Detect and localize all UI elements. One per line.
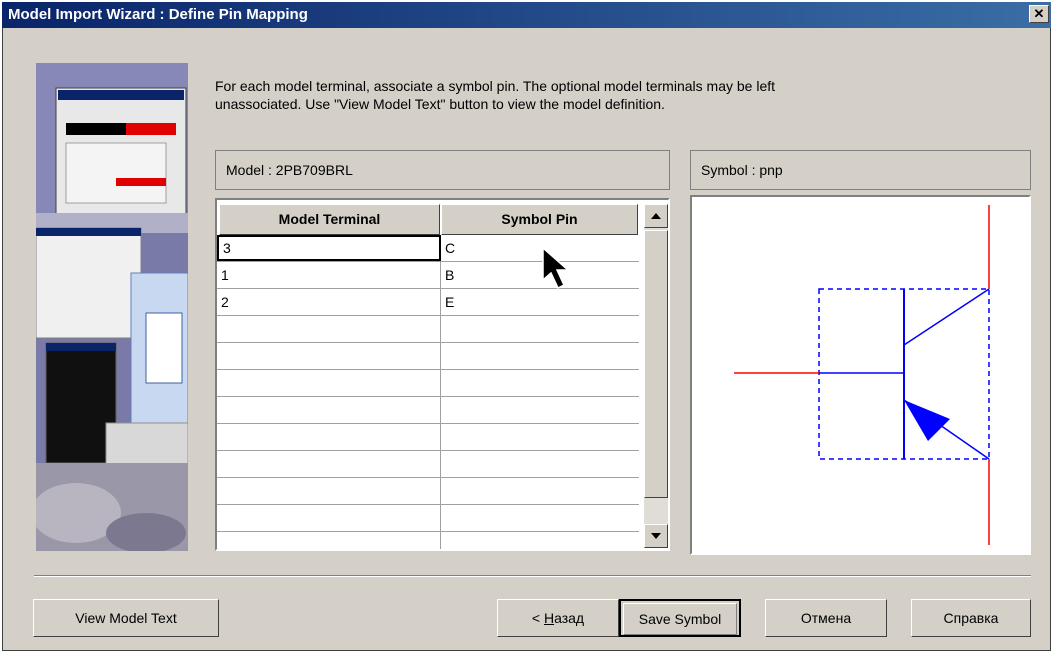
- close-button[interactable]: ✕: [1029, 5, 1049, 23]
- table-row[interactable]: [217, 478, 639, 505]
- button-label: Справка: [943, 610, 999, 626]
- column-header-symbol-pin[interactable]: Symbol Pin: [441, 204, 638, 235]
- symbol-pin-cell[interactable]: [441, 316, 639, 342]
- model-panel-header: Model : 2PB709BRL: [215, 150, 670, 190]
- model-terminal-cell[interactable]: 3: [217, 235, 441, 261]
- triangle-up-icon: [651, 213, 661, 219]
- title-bar: Model Import Wizard : Define Pin Mapping…: [2, 2, 1051, 28]
- model-terminal-cell[interactable]: [217, 451, 441, 477]
- model-terminal-cell[interactable]: [217, 316, 441, 342]
- table-row[interactable]: [217, 316, 639, 343]
- column-header-label: Symbol Pin: [501, 211, 578, 227]
- collector-lead: [903, 288, 990, 346]
- table-row[interactable]: [217, 532, 639, 549]
- table-row[interactable]: 2E: [217, 289, 639, 316]
- emitter-arrow: [904, 400, 950, 441]
- symbol-pin-cell[interactable]: [441, 451, 639, 477]
- save-symbol-button[interactable]: Save Symbol: [619, 599, 741, 637]
- table-row[interactable]: [217, 451, 639, 478]
- symbol-pin-cell[interactable]: E: [441, 289, 639, 315]
- model-terminal-cell[interactable]: [217, 397, 441, 423]
- model-terminal-cell[interactable]: [217, 478, 441, 504]
- table-row[interactable]: [217, 505, 639, 532]
- symbol-pin-cell[interactable]: C: [441, 235, 639, 261]
- table-row[interactable]: 1B: [217, 262, 639, 289]
- instructions-text: For each model terminal, associate a sym…: [215, 77, 1015, 113]
- column-header-label: Model Terminal: [278, 211, 381, 227]
- model-terminal-cell[interactable]: [217, 424, 441, 450]
- symbol-preview: [690, 195, 1031, 555]
- vertical-scrollbar[interactable]: [644, 204, 668, 548]
- instructions-line-2: unassociated. Use "View Model Text" butt…: [215, 96, 665, 112]
- model-terminal-cell[interactable]: [217, 343, 441, 369]
- instructions-line-1: For each model terminal, associate a sym…: [215, 78, 776, 94]
- window-title: Model Import Wizard : Define Pin Mapping: [8, 6, 308, 23]
- scroll-up-button[interactable]: [644, 204, 668, 228]
- table-row[interactable]: [217, 397, 639, 424]
- scroll-down-button[interactable]: [644, 524, 668, 548]
- mouse-pointer-icon: [542, 246, 570, 290]
- symbol-pin-cell[interactable]: [441, 478, 639, 504]
- symbol-pin-cell[interactable]: [441, 505, 639, 531]
- table-row[interactable]: [217, 370, 639, 397]
- button-label: Отмена: [800, 610, 852, 626]
- cancel-button[interactable]: Отмена: [765, 599, 887, 637]
- button-label: Save Symbol: [623, 603, 737, 635]
- pin-mapping-grid: Model Terminal Symbol Pin 3C1B2E: [215, 198, 670, 551]
- table-row[interactable]: [217, 343, 639, 370]
- separator-line: [34, 575, 1031, 577]
- symbol-pin-cell[interactable]: [441, 424, 639, 450]
- model-terminal-cell[interactable]: 2: [217, 289, 441, 315]
- button-label: View Model Text: [75, 610, 177, 626]
- close-icon: ✕: [1033, 6, 1045, 21]
- collage-illustration: [36, 63, 188, 551]
- model-terminal-cell[interactable]: [217, 505, 441, 531]
- column-header-model-terminal[interactable]: Model Terminal: [219, 204, 440, 235]
- symbol-pin-cell[interactable]: [441, 370, 639, 396]
- pnp-transistor-symbol: [734, 205, 990, 545]
- symbol-panel-header: Symbol : pnp: [690, 150, 1031, 190]
- help-button[interactable]: Справка: [911, 599, 1031, 637]
- table-row[interactable]: [217, 424, 639, 451]
- symbol-pin-cell[interactable]: [441, 397, 639, 423]
- scroll-thumb[interactable]: [644, 230, 668, 498]
- wizard-side-image: [36, 63, 188, 551]
- model-terminal-cell[interactable]: 1: [217, 262, 441, 288]
- symbol-pin-cell[interactable]: B: [441, 262, 639, 288]
- model-label: Model : 2PB709BRL: [226, 162, 353, 178]
- table-row[interactable]: 3C: [217, 235, 639, 262]
- button-label: < Назад: [531, 610, 585, 626]
- model-terminal-cell[interactable]: [217, 370, 441, 396]
- triangle-down-icon: [651, 533, 661, 539]
- model-terminal-cell[interactable]: [217, 532, 441, 549]
- symbol-label: Symbol : pnp: [701, 162, 783, 178]
- view-model-text-button[interactable]: View Model Text: [33, 599, 219, 637]
- symbol-pin-cell[interactable]: [441, 532, 639, 549]
- symbol-pin-cell[interactable]: [441, 343, 639, 369]
- back-button[interactable]: < Назад: [497, 599, 619, 637]
